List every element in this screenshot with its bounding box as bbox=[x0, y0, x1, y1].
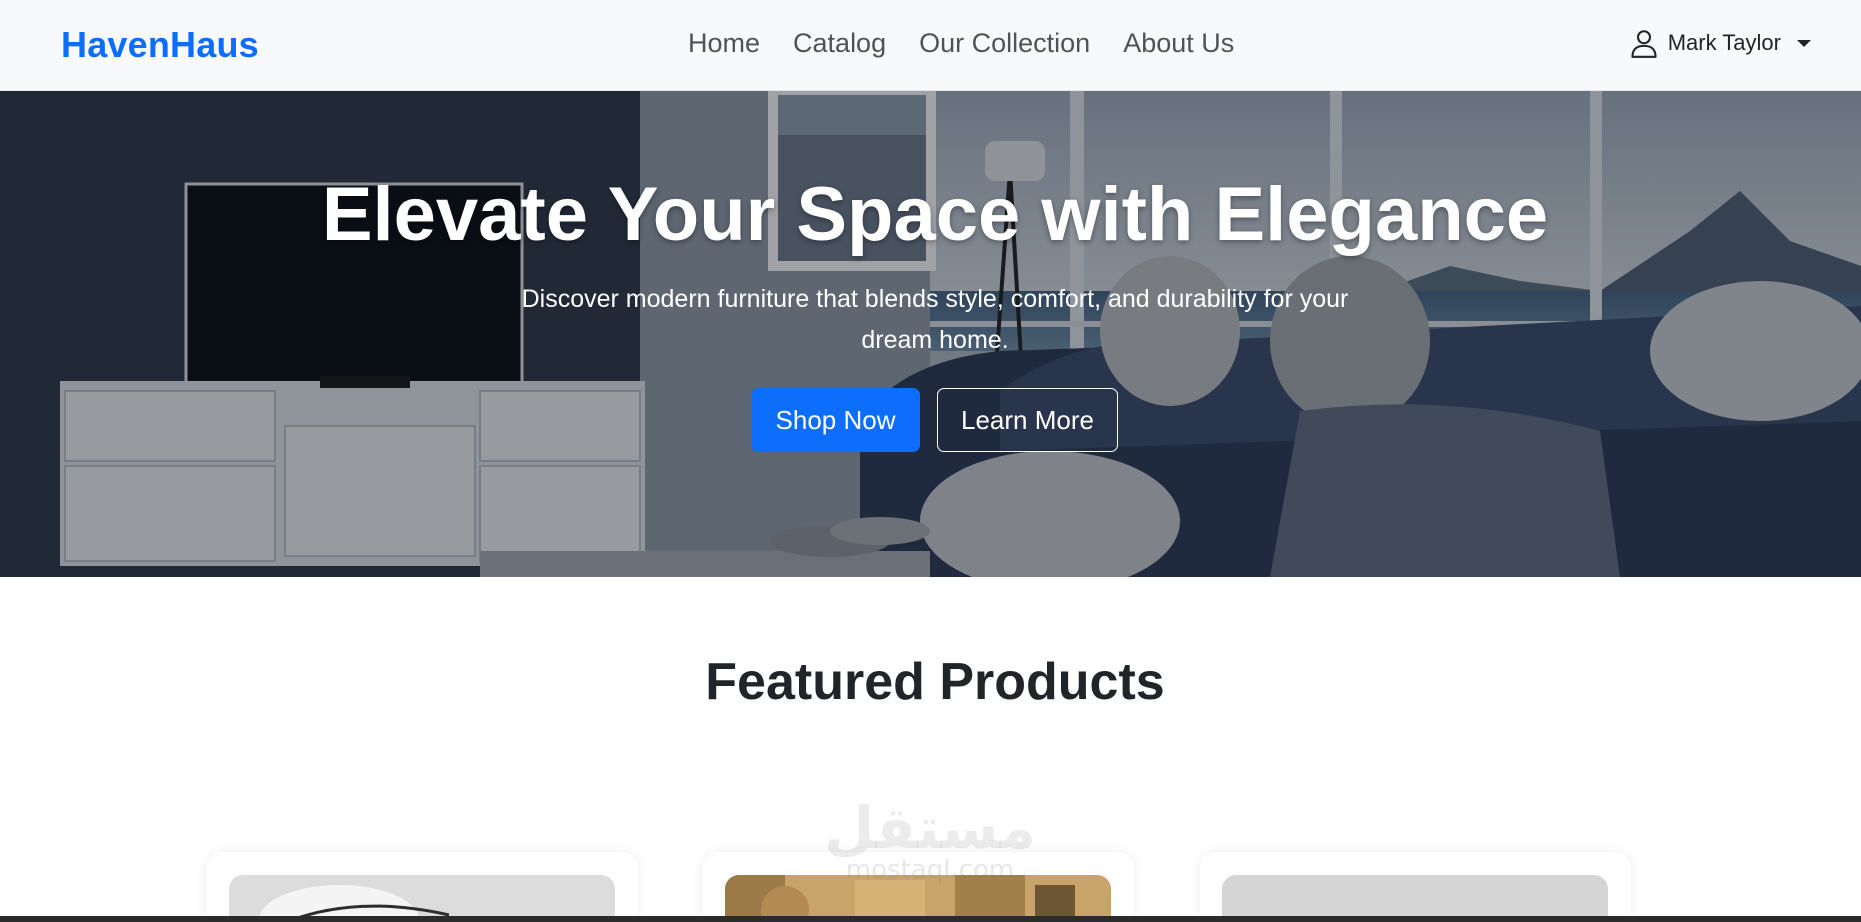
hero-subtitle-line-2: dream home. bbox=[861, 326, 1009, 354]
product-card[interactable] bbox=[207, 852, 638, 922]
chevron-down-icon bbox=[1797, 39, 1811, 47]
hero-banner: Elevate Your Space with Elegance Discove… bbox=[0, 91, 1861, 577]
navbar: HavenHaus Home Catalog Our Collection Ab… bbox=[0, 0, 1861, 91]
product-card[interactable] bbox=[703, 852, 1134, 922]
product-image bbox=[1222, 875, 1608, 922]
hero-title: Elevate Your Space with Elegance bbox=[321, 172, 1549, 257]
product-image-wooden-decor[interactable] bbox=[725, 875, 1111, 922]
user-name: Mark Taylor bbox=[1667, 30, 1781, 55]
user-icon bbox=[1631, 30, 1657, 58]
nav-link-catalog[interactable]: Catalog bbox=[793, 28, 886, 59]
nav-link-our-collection[interactable]: Our Collection bbox=[919, 28, 1090, 59]
brand-logo[interactable]: HavenHaus bbox=[61, 24, 259, 66]
learn-more-button[interactable]: Learn More bbox=[937, 388, 1118, 452]
bottom-edge bbox=[0, 916, 1861, 922]
nav-link-home[interactable]: Home bbox=[688, 28, 760, 59]
user-menu-dropdown[interactable]: Mark Taylor bbox=[1630, 28, 1811, 58]
product-image bbox=[229, 875, 615, 922]
product-card[interactable] bbox=[1200, 852, 1631, 922]
hero-subtitle: Discover modern furniture that blends st… bbox=[500, 279, 1370, 361]
hero-subtitle-line-1: Discover modern furniture that blends st… bbox=[521, 285, 1349, 313]
featured-products-heading: Featured Products bbox=[705, 653, 1165, 711]
product-image bbox=[725, 875, 1111, 922]
shop-now-button[interactable]: Shop Now bbox=[751, 388, 920, 452]
nav-links: Home Catalog Our Collection About Us bbox=[688, 28, 1267, 59]
nav-link-about-us[interactable]: About Us bbox=[1123, 28, 1234, 59]
product-image-wooden-stool[interactable] bbox=[1222, 875, 1608, 922]
product-image-white-chair[interactable] bbox=[229, 875, 615, 922]
